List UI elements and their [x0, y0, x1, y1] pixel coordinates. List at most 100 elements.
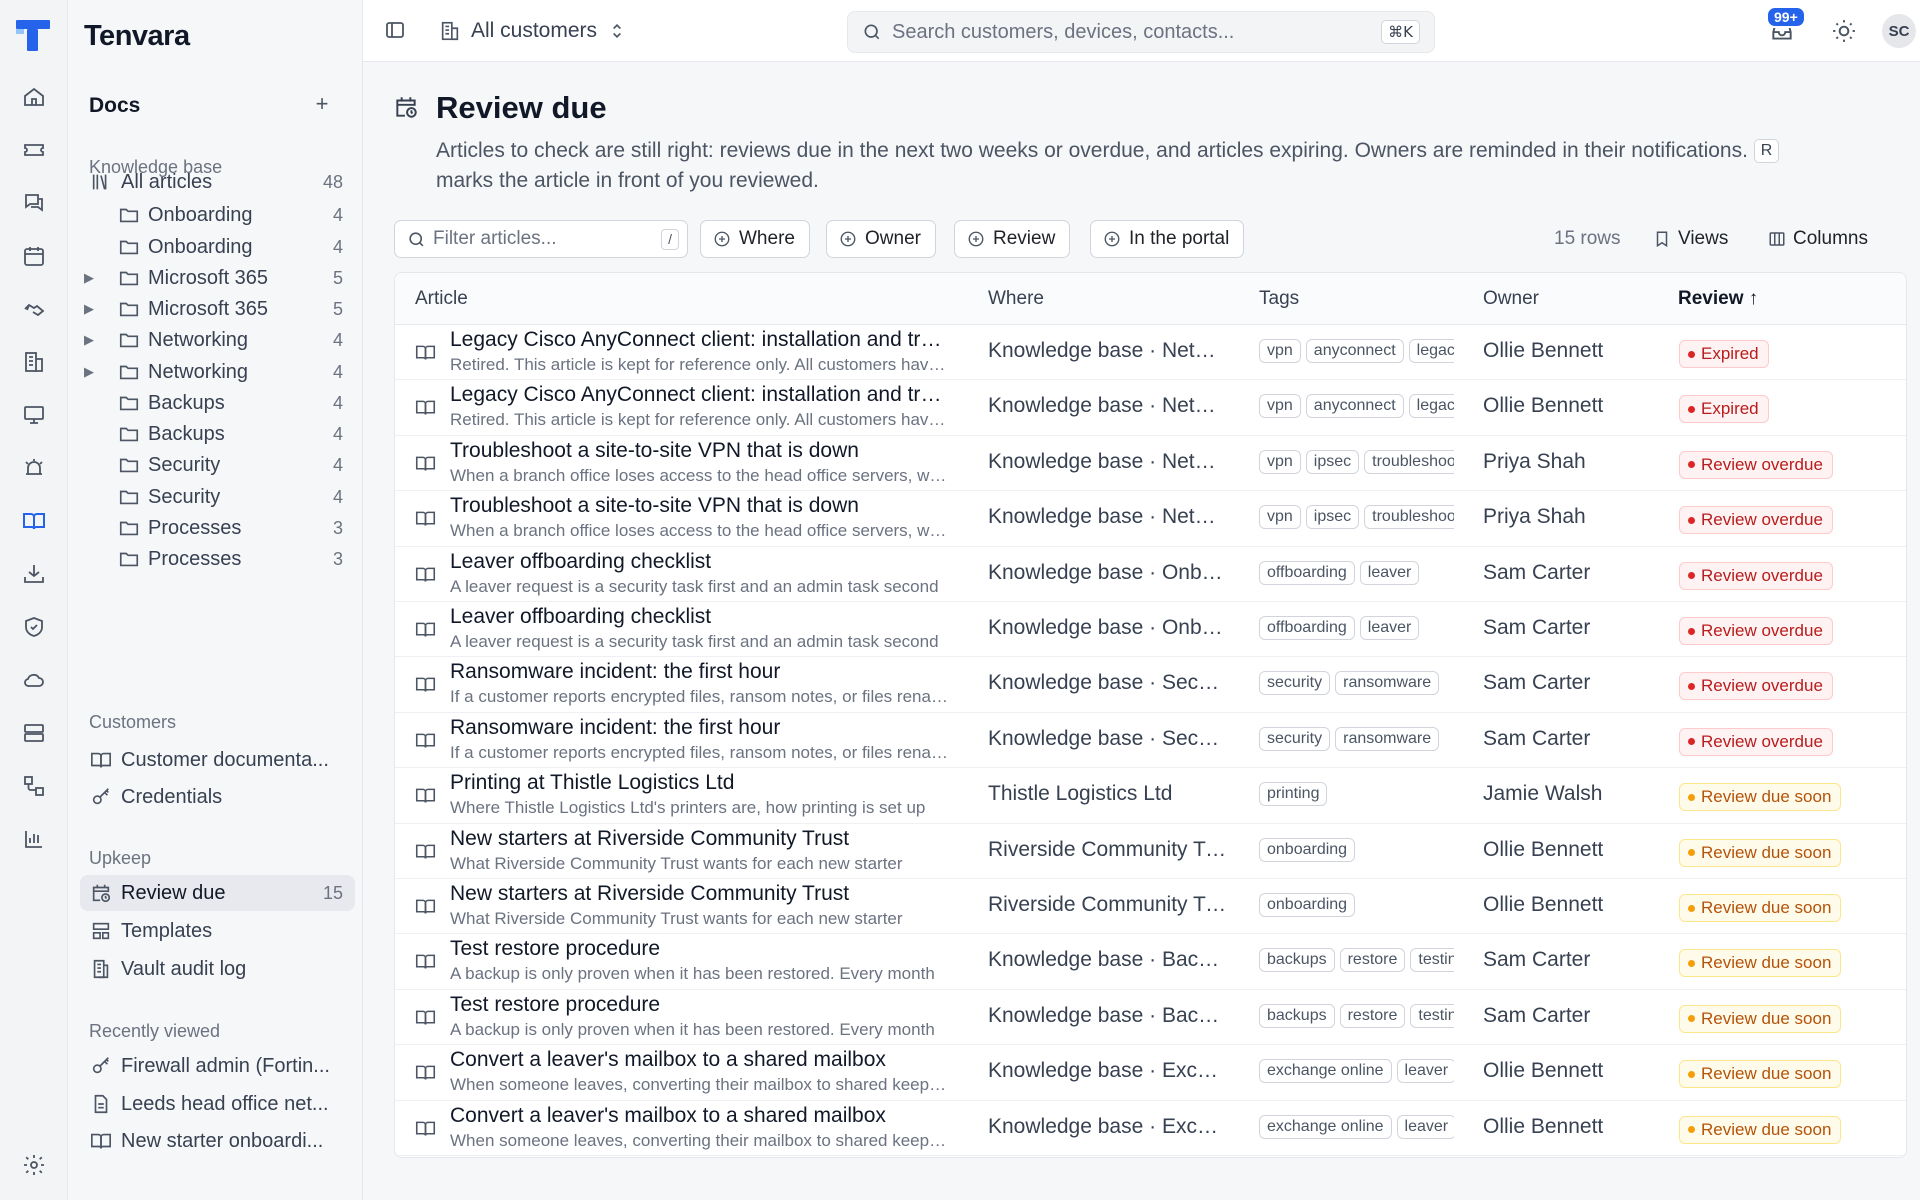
tag[interactable]: security: [1259, 671, 1331, 696]
article-title[interactable]: Ransomware incident: the first hour: [450, 660, 950, 684]
tag[interactable]: troubleshooting: [1364, 449, 1454, 474]
tag[interactable]: ipsec: [1305, 449, 1360, 474]
alarm-icon[interactable]: [14, 448, 54, 488]
tag[interactable]: backups: [1259, 1003, 1335, 1028]
chevron-right-icon[interactable]: ▶: [84, 332, 94, 348]
home-icon[interactable]: [14, 77, 54, 117]
tag[interactable]: vpn: [1259, 449, 1301, 474]
tag[interactable]: leaver: [1359, 616, 1420, 640]
table-row[interactable]: New starters at Riverside Community Trus…: [395, 879, 1906, 935]
tag[interactable]: ipsec: [1305, 505, 1360, 530]
table-row[interactable]: Test restore procedure A backup is only …: [395, 990, 1906, 1046]
tag[interactable]: vpn: [1259, 339, 1301, 363]
book-open-icon[interactable]: [14, 501, 54, 541]
column-where[interactable]: Where: [988, 288, 1044, 310]
columns-button[interactable]: Columns: [1768, 222, 1868, 256]
search-input[interactable]: [892, 18, 1362, 46]
table-row[interactable]: Ransomware incident: the first hour If a…: [395, 713, 1906, 769]
tag[interactable]: exchange online: [1259, 1114, 1392, 1139]
table-row[interactable]: Convert a leaver's mailbox to a shared m…: [395, 1045, 1906, 1101]
table-row[interactable]: Test restore procedure A backup is only …: [395, 934, 1906, 990]
sidebar-upkeep-item[interactable]: Review due 15: [80, 875, 355, 911]
tag[interactable]: legacy: [1408, 339, 1454, 363]
filter-chip[interactable]: In the portal: [1090, 220, 1245, 258]
sidebar-upkeep-item[interactable]: Templates: [80, 913, 355, 949]
article-title[interactable]: Test restore procedure: [450, 937, 950, 961]
tag[interactable]: vpn: [1259, 394, 1301, 419]
tag[interactable]: ransomware: [1335, 671, 1440, 696]
article-title[interactable]: New starters at Riverside Community Trus…: [450, 882, 950, 906]
tag[interactable]: leaver: [1396, 1114, 1454, 1139]
bar-chart-icon[interactable]: [14, 819, 54, 859]
tag[interactable]: leaver: [1396, 1059, 1454, 1084]
table-row[interactable]: New starters at Riverside Community Trus…: [395, 824, 1906, 879]
filter-articles-input[interactable]: [433, 226, 653, 252]
filter-chip[interactable]: Where: [700, 220, 810, 258]
table-row[interactable]: Leaver offboarding checklist A leaver re…: [395, 602, 1906, 658]
tag[interactable]: anyconnect: [1305, 394, 1404, 419]
article-title[interactable]: Troubleshoot a site-to-site VPN that is …: [450, 439, 950, 463]
handshake-icon[interactable]: [14, 289, 54, 329]
table-row[interactable]: Leaver offboarding checklist A leaver re…: [395, 547, 1906, 602]
article-title[interactable]: Ransomware incident: the first hour: [450, 716, 950, 740]
tag[interactable]: onboarding: [1259, 893, 1356, 917]
views-button[interactable]: Views: [1653, 222, 1728, 256]
cloud-icon[interactable]: [14, 660, 54, 700]
article-title[interactable]: Convert a leaver's mailbox to a shared m…: [450, 1048, 950, 1072]
sidebar-kb-item[interactable]: Processes 3: [80, 541, 355, 577]
global-search[interactable]: ⌘K: [847, 11, 1435, 53]
sidebar-toggle-icon[interactable]: [383, 18, 407, 42]
tag[interactable]: offboarding: [1259, 616, 1355, 640]
theme-toggle-sun-icon[interactable]: [1831, 18, 1857, 44]
table-row[interactable]: Convert a leaver's mailbox to a shared m…: [395, 1101, 1906, 1156]
tag[interactable]: backups: [1259, 948, 1335, 973]
column-owner[interactable]: Owner: [1483, 288, 1539, 310]
tag[interactable]: legacy: [1408, 394, 1454, 419]
filter-articles[interactable]: /: [394, 220, 688, 258]
table-row[interactable]: Troubleshoot a site-to-site VPN that is …: [395, 491, 1906, 547]
sidebar-customer-item[interactable]: Credentials: [80, 779, 355, 815]
article-title[interactable]: New starters at Riverside Community Trus…: [450, 827, 950, 851]
table-row[interactable]: Printing at Thistle Logistics Ltd Where …: [395, 768, 1906, 824]
article-title[interactable]: Legacy Cisco AnyConnect client: installa…: [450, 328, 950, 352]
table-row[interactable]: Ransomware incident: the first hour If a…: [395, 657, 1906, 713]
add-doc-button[interactable]: +: [308, 90, 336, 118]
sidebar-kb-item[interactable]: ▶ Networking 4: [80, 322, 355, 358]
table-row[interactable]: Legacy Cisco AnyConnect client: installa…: [395, 380, 1906, 436]
chevron-right-icon[interactable]: ▶: [84, 301, 94, 317]
tag[interactable]: restore: [1339, 1003, 1406, 1028]
download-tray-icon[interactable]: [14, 554, 54, 594]
tag[interactable]: troubleshooting: [1364, 505, 1454, 530]
tag[interactable]: testing: [1410, 948, 1454, 973]
sidebar-recent-item[interactable]: New starter onboardi...: [80, 1123, 355, 1159]
chevron-right-icon[interactable]: ▶: [84, 364, 94, 380]
tag[interactable]: exchange online: [1259, 1059, 1392, 1084]
sidebar-recent-item[interactable]: Firewall admin (Fortin...: [80, 1048, 355, 1084]
monitor-icon[interactable]: [14, 395, 54, 435]
table-row[interactable]: Troubleshoot a site-to-site VPN that is …: [395, 436, 1906, 492]
sidebar-upkeep-item[interactable]: Vault audit log: [80, 951, 355, 987]
customer-scope-select[interactable]: All customers: [439, 14, 627, 48]
server-icon[interactable]: [14, 713, 54, 753]
sidebar-kb-item[interactable]: Security 4: [80, 447, 355, 483]
messages-icon[interactable]: [14, 183, 54, 223]
sidebar-customer-item[interactable]: Customer documenta...: [80, 742, 355, 778]
table-row[interactable]: Legacy Cisco AnyConnect client: installa…: [395, 325, 1906, 381]
tag[interactable]: vpn: [1259, 505, 1301, 530]
tag[interactable]: onboarding: [1259, 837, 1356, 862]
filter-chip[interactable]: Owner: [826, 220, 936, 258]
article-title[interactable]: Leaver offboarding checklist: [450, 550, 950, 574]
tag[interactable]: leaver: [1359, 560, 1420, 585]
column-article[interactable]: Article: [415, 288, 468, 310]
sidebar-kb-item[interactable]: Onboarding 4: [80, 197, 355, 233]
column-tags[interactable]: Tags: [1259, 288, 1299, 310]
article-title[interactable]: Troubleshoot a site-to-site VPN that is …: [450, 494, 950, 518]
article-title[interactable]: Test restore procedure: [450, 993, 950, 1017]
tag[interactable]: ransomware: [1335, 726, 1440, 751]
shield-icon[interactable]: [14, 607, 54, 647]
tag[interactable]: offboarding: [1259, 560, 1355, 585]
sidebar-kb-item[interactable]: All articles 48: [80, 164, 355, 200]
settings-icon[interactable]: [14, 1145, 54, 1185]
article-title[interactable]: Printing at Thistle Logistics Ltd: [450, 771, 950, 795]
tag[interactable]: security: [1259, 726, 1331, 751]
